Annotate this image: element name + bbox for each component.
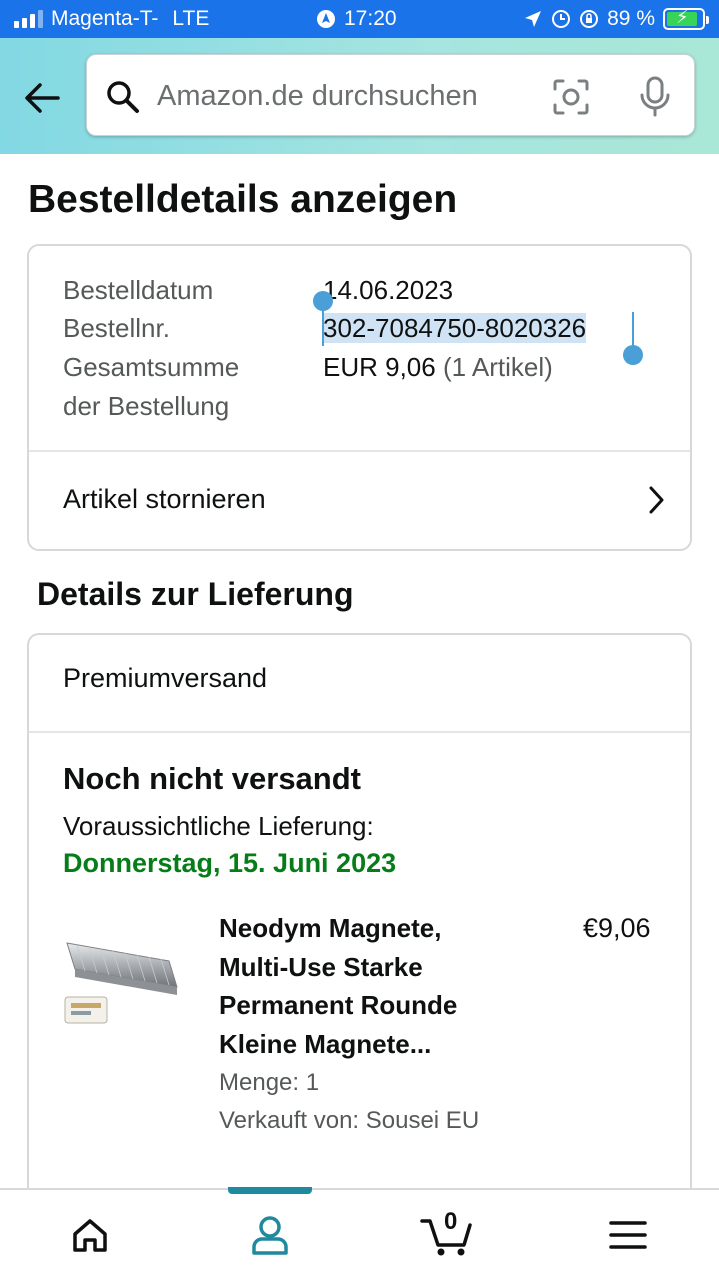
search-icon bbox=[107, 81, 139, 113]
order-total-items: (1 Artikel) bbox=[442, 352, 553, 382]
order-total-value: EUR 9,06 (1 Artikel) bbox=[323, 348, 553, 387]
chevron-right-icon bbox=[649, 486, 664, 514]
product-seller: Verkauft von: Sousei EU bbox=[219, 1107, 480, 1134]
alarm-icon bbox=[552, 10, 571, 28]
delivery-section-title: Details zur Lieferung bbox=[37, 576, 354, 612]
order-total-label-line1: Gesamtsumme bbox=[63, 352, 240, 382]
home-icon bbox=[73, 1219, 107, 1252]
eta-date: Donnerstag, 15. Juni 2023 bbox=[63, 848, 397, 878]
magnets-product-thumbnail bbox=[64, 942, 178, 1024]
product-name-line: Permanent Rounde bbox=[219, 990, 458, 1020]
shipment-status: Noch nicht versandt bbox=[63, 761, 361, 796]
hamburger-menu-icon bbox=[609, 1221, 647, 1249]
selection-end-handle[interactable] bbox=[623, 345, 643, 365]
status-left: Magenta-T- LTE bbox=[14, 7, 209, 31]
product-name-line: Neodym Magnete, bbox=[219, 913, 442, 943]
nav-menu[interactable] bbox=[578, 1190, 678, 1280]
product-name-link[interactable]: Neodym Magnete, Multi-Use Starke Permane… bbox=[219, 909, 519, 1063]
product-name-line: Kleine Magnete... bbox=[219, 1028, 432, 1059]
selected-order-number[interactable]: 302-7084750-8020326 bbox=[323, 313, 587, 343]
rotation-lock-icon bbox=[580, 10, 599, 28]
cancel-items-label: Artikel stornieren bbox=[63, 484, 266, 514]
card-divider bbox=[29, 731, 690, 733]
order-date-value: 14.06.2023 bbox=[323, 275, 454, 305]
product-name-line: Multi-Use Starke bbox=[219, 951, 423, 982]
shipping-type: Premiumversand bbox=[63, 663, 268, 693]
product-image[interactable] bbox=[59, 923, 185, 1035]
account-person-icon bbox=[252, 1216, 288, 1255]
product-quantity: Menge: 1 bbox=[219, 1069, 320, 1096]
cancel-items-row[interactable]: Artikel stornieren bbox=[29, 451, 690, 549]
order-total-label: Gesamtsumme der Bestellung bbox=[63, 348, 283, 425]
order-date-label: Bestelldatum bbox=[63, 275, 214, 305]
location-services-icon bbox=[317, 10, 335, 28]
camera-search-icon[interactable] bbox=[551, 77, 591, 117]
status-center: 17:20 bbox=[316, 7, 397, 31]
delivery-card: Premiumversand Noch nicht versandt Vorau… bbox=[27, 633, 692, 1233]
nav-cart[interactable]: 0 bbox=[398, 1190, 498, 1280]
back-arrow-icon bbox=[25, 83, 60, 113]
status-bar: Magenta-T- LTE 17:20 89 % ⚡ bbox=[0, 0, 719, 38]
back-button[interactable] bbox=[20, 76, 64, 120]
carrier-name: Magenta-T- bbox=[51, 7, 159, 30]
cart-count-badge: 0 bbox=[444, 1208, 458, 1235]
search-header bbox=[0, 38, 719, 154]
charging-bolt-icon: ⚡ bbox=[676, 7, 689, 27]
signal-icon bbox=[14, 10, 43, 28]
order-number-value[interactable]: 302-7084750-8020326 bbox=[323, 309, 587, 348]
nav-account[interactable] bbox=[220, 1190, 320, 1280]
search-bar[interactable] bbox=[86, 54, 695, 136]
selection-start-handle[interactable] bbox=[313, 291, 333, 311]
order-total-label-line2: der Bestellung bbox=[63, 390, 230, 421]
product-price: €9,06 bbox=[583, 913, 651, 943]
location-arrow-icon bbox=[525, 11, 542, 27]
page-title: Bestelldetails anzeigen bbox=[28, 178, 458, 221]
order-summary-card: Bestelldatum 14.06.2023 Bestellnr. 302-7… bbox=[27, 244, 692, 551]
battery-percent: 89 % bbox=[607, 7, 655, 30]
order-total-amount: EUR 9,06 bbox=[323, 352, 436, 382]
status-right: 89 % ⚡ bbox=[523, 7, 709, 31]
clock-time: 17:20 bbox=[344, 7, 397, 30]
selection-start-line bbox=[322, 308, 324, 346]
battery-icon: ⚡ bbox=[663, 7, 709, 30]
order-number-label: Bestellnr. bbox=[63, 313, 170, 343]
bottom-navigation: 0 bbox=[0, 1187, 719, 1280]
search-input[interactable] bbox=[157, 73, 517, 119]
microphone-icon[interactable] bbox=[637, 75, 673, 119]
nav-home[interactable] bbox=[40, 1190, 140, 1280]
eta-label: Voraussichtliche Lieferung: bbox=[63, 811, 374, 841]
network-type: LTE bbox=[172, 7, 210, 30]
